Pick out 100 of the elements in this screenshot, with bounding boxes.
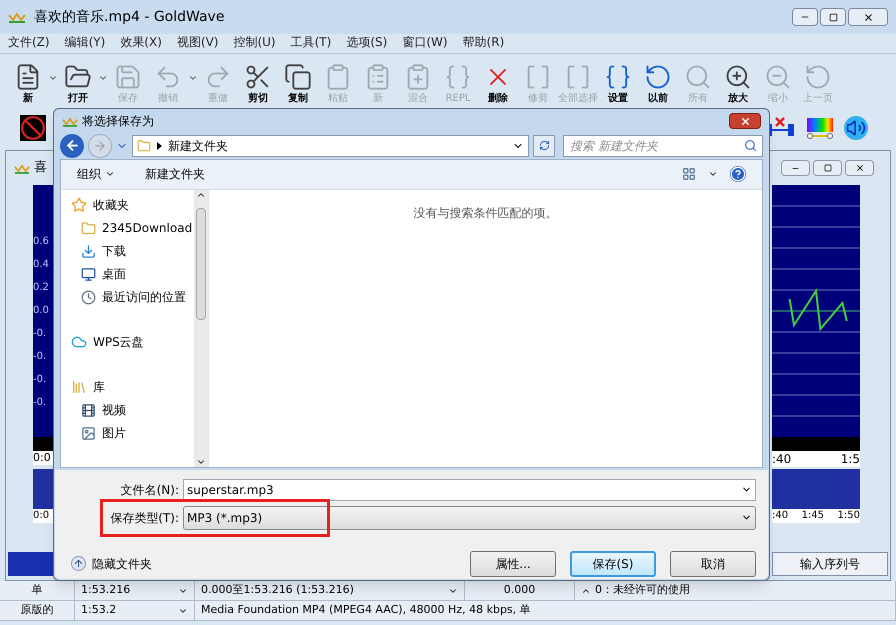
nav-item[interactable]: 桌面 (102, 265, 126, 284)
app-logo-icon (8, 11, 26, 23)
magnifier-icon (684, 63, 712, 91)
time-label: 0:0 (33, 451, 55, 465)
breadcrumb-item[interactable]: 新建文件夹 (168, 136, 228, 155)
dialog-button[interactable]: 属性... (470, 550, 556, 577)
braces-icon (604, 63, 632, 91)
status-text: 1:53.2 (81, 602, 116, 618)
toolbar-button[interactable]: 设置 (598, 63, 638, 105)
menu-item[interactable]: 选项(S) (346, 33, 388, 51)
maximize-button[interactable] (820, 8, 846, 26)
amplitude-label: -0. (33, 398, 46, 408)
dialog-button[interactable]: 保存(S) (570, 550, 656, 577)
field-label: 文件名(N): (120, 482, 180, 499)
nav-item[interactable]: 图片 (102, 424, 126, 442)
download-icon (81, 244, 96, 259)
nav-item[interactable]: 最近访问的位置 (102, 288, 186, 306)
status-text: 0.000至1:53.216 (1:53.216) (201, 582, 354, 598)
document-title: 喜 (34, 159, 47, 178)
time-label: 1:50 (838, 509, 860, 523)
menu-item[interactable]: 效果(X) (120, 33, 162, 51)
time-label: 1:45 (802, 509, 824, 523)
amplitude-label: 0.4 (33, 260, 49, 270)
view-icon[interactable] (682, 167, 696, 182)
nav-item[interactable]: 下载 (102, 242, 126, 260)
dialog-button[interactable]: 取消 (670, 550, 756, 577)
clock-icon (81, 290, 96, 305)
filename-field[interactable]: superstar.mp3 (183, 478, 756, 501)
chevron-icon (157, 142, 162, 150)
amplitude-label: -0. (33, 329, 46, 339)
stop-icon (20, 114, 46, 140)
menu-item[interactable]: 控制(U) (233, 33, 276, 51)
search-icon (744, 138, 757, 152)
search-field[interactable]: 搜索 新建文件夹 (563, 134, 763, 157)
new-folder-button[interactable]: 新建文件夹 (145, 165, 205, 184)
close-button[interactable] (845, 160, 874, 176)
app-logo-icon (14, 162, 30, 174)
nav-item[interactable]: 库 (93, 378, 105, 396)
serial-number-button[interactable]: 输入序列号 (772, 552, 888, 576)
amplitude-label: 0.2 (33, 283, 49, 293)
maximize-button[interactable] (813, 160, 842, 176)
back-button[interactable] (60, 134, 84, 158)
status-text: 0.000 (504, 582, 536, 598)
undo-icon (804, 63, 832, 91)
nav-item[interactable]: 收藏夹 (93, 196, 129, 214)
toolbar-button[interactable]: 放大 (718, 63, 758, 105)
toolbar-button[interactable]: 复制 (278, 63, 318, 105)
close-icon (862, 12, 874, 22)
nav-item[interactable]: 视频 (102, 401, 126, 420)
overview-waveform (33, 469, 55, 509)
status-text: 0：未经许可的使用 (595, 582, 690, 598)
amplitude-label: -0. (33, 352, 46, 362)
menu-item[interactable]: 窗口(W) (402, 33, 448, 51)
window-title: 喜欢的音乐.mp4 - GoldWave (34, 8, 224, 26)
amplitude-label: -0. (33, 375, 46, 385)
zoom-out-icon (764, 63, 792, 91)
library-icon (71, 379, 87, 396)
menu-item[interactable]: 帮助(R) (462, 33, 504, 51)
field-label: 保存类型(T): (109, 510, 180, 527)
time-label: :40 (772, 451, 792, 467)
star-icon (71, 197, 87, 214)
close-button[interactable] (848, 8, 888, 26)
collapse-icon[interactable] (71, 556, 86, 572)
app-logo-icon (62, 116, 78, 126)
help-icon[interactable] (730, 166, 746, 182)
status-text: 原版的 (20, 602, 54, 618)
close-icon (740, 116, 750, 126)
toolbar-button[interactable]: 删除 (478, 63, 518, 105)
time-label: 0:0 (33, 509, 55, 523)
spectrum-icon (806, 116, 834, 140)
amplitude-label: 0.6 (33, 237, 49, 247)
monitor-icon (81, 266, 96, 282)
image-icon (81, 426, 96, 441)
nav-item[interactable]: WPS云盘 (93, 333, 144, 352)
status-text: 1:53.216 (81, 582, 130, 598)
organize-menu[interactable]: 组织 (77, 165, 115, 184)
menu-item[interactable]: 编辑(Y) (64, 33, 106, 51)
timeline-ruler (33, 437, 55, 451)
refresh-button[interactable] (533, 134, 555, 157)
empty-message: 没有与搜索条件匹配的项。 (414, 204, 558, 222)
speaker-icon (844, 116, 868, 140)
folder-icon (81, 220, 96, 236)
status-text: 单 (32, 582, 42, 598)
toolbar-button[interactable]: 打开 (58, 63, 98, 105)
copy-icon (284, 63, 312, 91)
toolbar-button[interactable]: 剪切 (238, 63, 278, 105)
amplitude-label: 0.0 (33, 306, 49, 316)
toolbar-button[interactable]: 以前 (638, 63, 678, 105)
nav-item[interactable]: 2345Download (102, 219, 192, 238)
toolbar-button[interactable]: 新 (8, 63, 48, 105)
close-icon (854, 163, 864, 173)
filetype-dropdown[interactable]: MP3 (*.mp3) (183, 506, 756, 530)
time-label: :40 (772, 509, 788, 523)
hide-folders-link[interactable]: 隐藏文件夹 (92, 554, 152, 573)
address-bar[interactable]: 新建文件夹 (132, 134, 529, 157)
scrollbar[interactable] (194, 190, 208, 467)
close-button[interactable] (729, 113, 761, 129)
menu-item[interactable]: 工具(T) (290, 33, 332, 51)
menu-item[interactable]: 视图(V) (176, 33, 218, 51)
menu-item[interactable]: 文件(Z) (8, 33, 50, 51)
